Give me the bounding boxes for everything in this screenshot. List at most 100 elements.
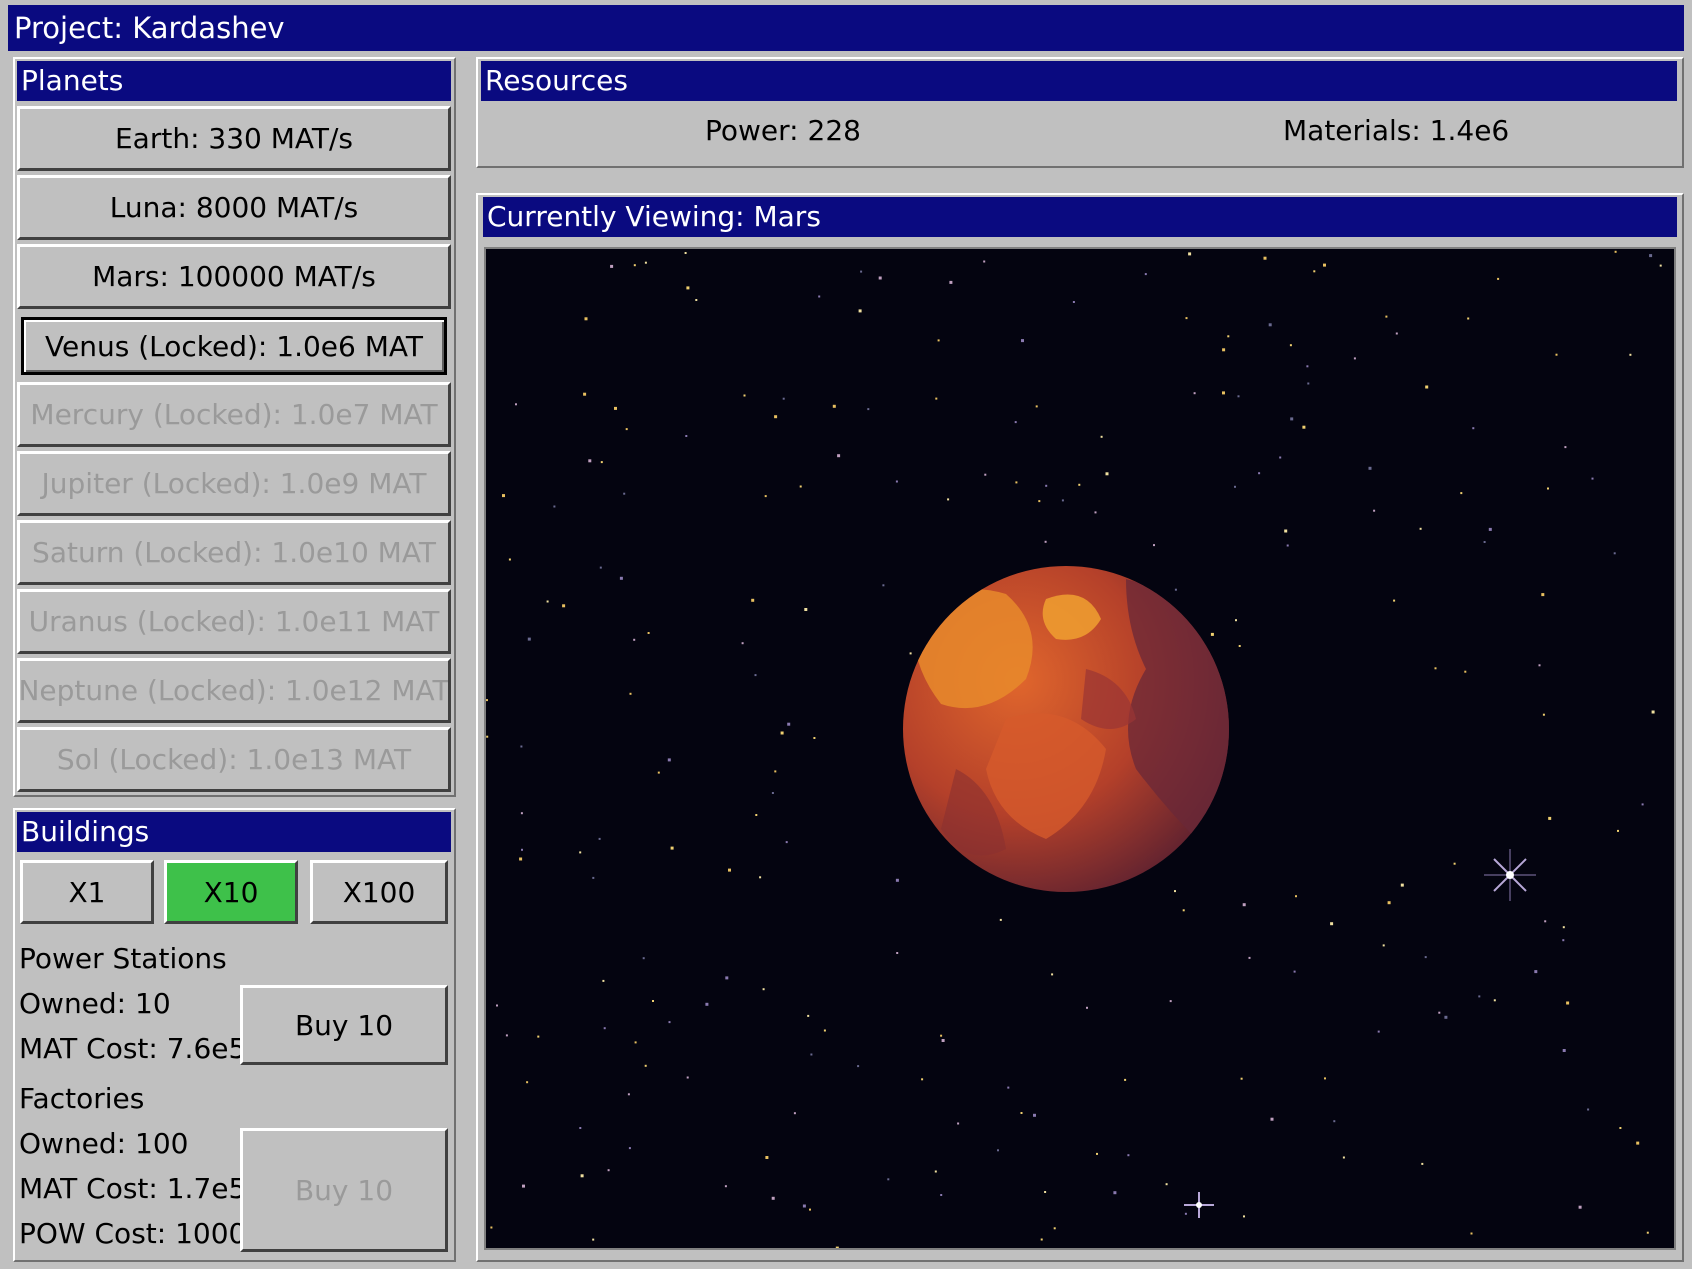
star <box>1323 263 1326 267</box>
star <box>644 261 647 264</box>
star <box>1113 1191 1117 1195</box>
star <box>1033 1113 1036 1117</box>
star <box>633 264 636 267</box>
star <box>1286 544 1289 547</box>
star <box>983 260 986 263</box>
star <box>599 566 602 569</box>
star <box>1464 670 1467 673</box>
star <box>1306 365 1309 368</box>
star <box>1182 909 1185 912</box>
star <box>1438 1011 1441 1014</box>
star <box>785 841 788 844</box>
star <box>755 814 758 816</box>
star <box>1613 552 1616 555</box>
star <box>1493 999 1496 1002</box>
buy-power-stations-button[interactable]: Buy 10 <box>240 985 448 1065</box>
star <box>1421 1162 1424 1165</box>
star <box>592 1238 595 1241</box>
star <box>1324 1077 1326 1080</box>
star <box>1270 1117 1274 1121</box>
star <box>743 394 746 397</box>
star <box>1021 339 1024 343</box>
star <box>520 745 523 748</box>
star <box>685 435 688 437</box>
star <box>1007 1086 1010 1089</box>
planet-button-mercury[interactable]: Mercury (Locked): 1.0e7 MAT <box>17 382 451 447</box>
star <box>724 1185 727 1188</box>
planet-button-neptune[interactable]: Neptune (Locked): 1.0e12 MAT <box>17 658 451 723</box>
star <box>502 494 505 498</box>
planet-button-mars[interactable]: Mars: 100000 MAT/s <box>17 244 451 309</box>
buy-factories-button[interactable]: Buy 10 <box>240 1128 448 1252</box>
star <box>1051 973 1054 976</box>
star <box>598 837 601 840</box>
star <box>809 1208 811 1211</box>
star <box>1279 456 1282 459</box>
star <box>813 737 816 739</box>
space-viewport[interactable] <box>484 247 1676 1250</box>
star <box>1555 353 1558 356</box>
star <box>882 584 885 587</box>
star <box>625 428 628 431</box>
power-stations-mat-cost: MAT Cost: 7.6e5 <box>19 1032 247 1065</box>
star <box>1227 335 1230 338</box>
star <box>1591 477 1594 480</box>
star <box>508 558 511 561</box>
star <box>634 1041 637 1044</box>
star <box>537 1035 540 1038</box>
multiplier-x10-button[interactable]: X10 <box>164 860 298 924</box>
star <box>628 1147 631 1150</box>
star <box>837 454 841 458</box>
planet-button-venus[interactable]: Venus (Locked): 1.0e6 MAT <box>21 317 447 375</box>
star <box>823 1029 826 1032</box>
star <box>1646 1231 1649 1234</box>
star <box>1368 466 1372 470</box>
star <box>909 652 912 655</box>
star <box>686 1076 689 1079</box>
planet-button-earth[interactable]: Earth: 330 MAT/s <box>17 106 451 171</box>
star <box>1547 487 1549 490</box>
multiplier-x1-button[interactable]: X1 <box>20 860 154 924</box>
star <box>793 1112 796 1115</box>
star <box>627 1093 630 1096</box>
star <box>1578 1205 1582 1209</box>
star <box>1659 264 1662 267</box>
star <box>1377 1030 1380 1033</box>
star <box>1562 939 1565 942</box>
star <box>1243 1215 1245 1218</box>
star <box>774 770 777 773</box>
planet-button-uranus[interactable]: Uranus (Locked): 1.0e11 MAT <box>17 589 451 654</box>
star <box>1651 710 1655 714</box>
star <box>1541 593 1545 597</box>
planet-button-saturn[interactable]: Saturn (Locked): 1.0e10 MAT <box>17 520 451 585</box>
star <box>937 339 940 342</box>
star <box>1094 511 1097 514</box>
star <box>1614 250 1617 253</box>
star <box>802 1204 806 1208</box>
star <box>1290 417 1294 421</box>
star <box>695 299 698 301</box>
star <box>1470 1232 1473 1235</box>
star <box>1497 277 1500 280</box>
star <box>1258 472 1261 475</box>
star <box>1488 527 1492 531</box>
multiplier-x100-button[interactable]: X100 <box>310 860 448 924</box>
star <box>522 1184 525 1188</box>
star <box>895 878 899 882</box>
star <box>1425 385 1429 389</box>
star <box>878 276 882 280</box>
star <box>1124 1078 1127 1081</box>
planet-button-jupiter[interactable]: Jupiter (Locked): 1.0e9 MAT <box>17 451 451 516</box>
planet-button-sol[interactable]: Sol (Locked): 1.0e13 MAT <box>17 727 451 792</box>
star <box>644 1064 647 1067</box>
star <box>1045 484 1048 487</box>
star <box>580 1174 584 1178</box>
star <box>629 692 632 695</box>
star <box>486 735 489 738</box>
star <box>940 1194 943 1196</box>
star <box>935 397 938 400</box>
star <box>1617 829 1619 832</box>
star <box>1453 862 1456 865</box>
star <box>764 495 767 498</box>
planet-button-luna[interactable]: Luna: 8000 MAT/s <box>17 175 451 240</box>
